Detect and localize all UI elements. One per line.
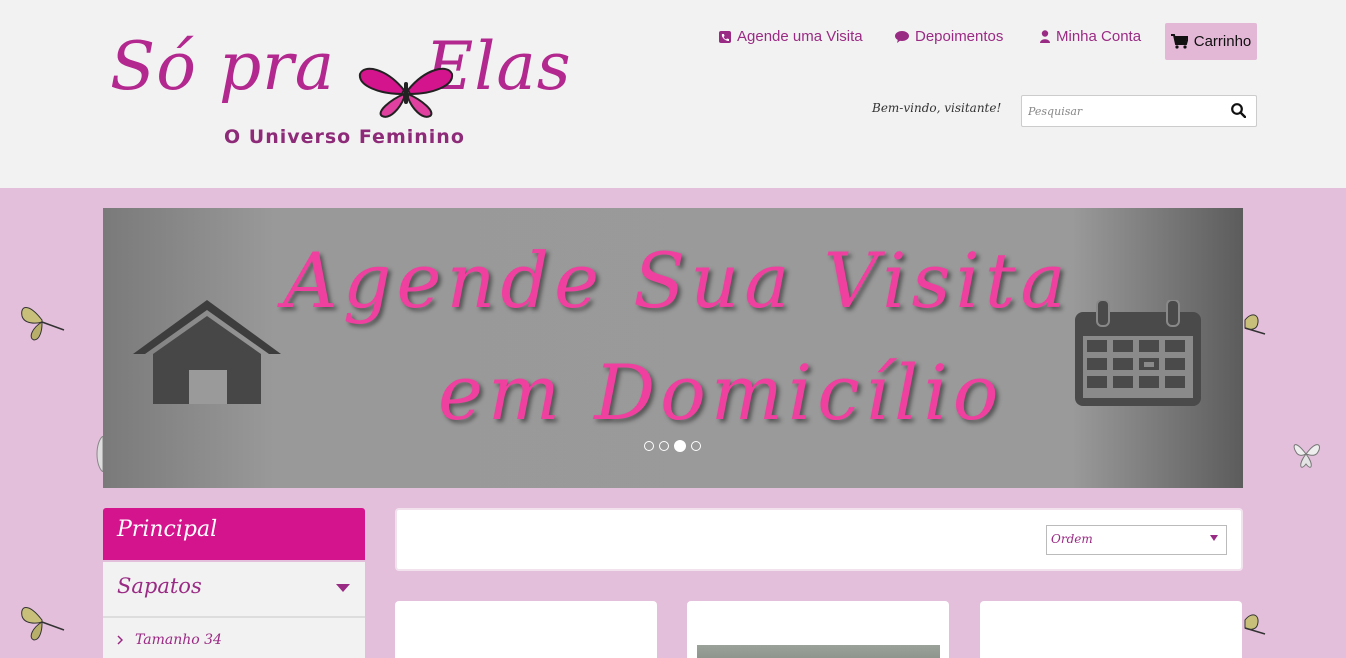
- nav-conta-label: Minha Conta: [1056, 28, 1142, 45]
- comment-icon: [895, 30, 909, 43]
- nav-depoimentos[interactable]: Depoimentos: [895, 28, 1003, 45]
- product-card[interactable]: [395, 601, 657, 658]
- sort-select-value: Ordem: [1051, 532, 1093, 546]
- nav-depoimentos-label: Depoimentos: [915, 28, 1004, 45]
- logo-word-2: pra: [218, 28, 336, 105]
- carousel-dot[interactable]: [644, 441, 654, 451]
- sidebar-category-sapatos[interactable]: Sapatos: [103, 562, 365, 618]
- butterfly-logo-icon: [358, 67, 454, 118]
- butterfly-decor-icon: [21, 607, 65, 641]
- search-icon[interactable]: [1231, 103, 1246, 118]
- nav-agende-label: Agende uma Visita: [737, 28, 863, 45]
- carousel-dot[interactable]: [691, 441, 701, 451]
- sort-select[interactable]: Ordem: [1046, 525, 1227, 555]
- butterfly-decor-icon: [21, 307, 65, 341]
- butterfly-decor-icon: [1244, 614, 1266, 635]
- sort-bar: Ordem: [395, 508, 1243, 571]
- product-card[interactable]: [687, 601, 949, 658]
- sidebar-heading: Principal: [103, 508, 365, 560]
- product-card[interactable]: [980, 601, 1242, 658]
- cart-button[interactable]: Carrinho: [1165, 23, 1257, 60]
- butterfly-decor-icon: [1244, 314, 1266, 335]
- carousel-dot-active[interactable]: [674, 440, 686, 452]
- carousel-dot[interactable]: [659, 441, 669, 451]
- nav-minha-conta[interactable]: Minha Conta: [1040, 28, 1141, 45]
- chevron-right-icon: [117, 635, 123, 645]
- sidebar-item-label: Tamanho 34: [135, 632, 222, 648]
- hero-banner[interactable]: Agende Sua Visita em Domicílio: [103, 208, 1243, 488]
- phone-icon: [719, 30, 731, 43]
- cart-label: Carrinho: [1193, 33, 1252, 50]
- header: Só pra Elas O Universo Feminino Agende um…: [0, 0, 1346, 188]
- nav-agende-visita[interactable]: Agende uma Visita: [719, 28, 863, 45]
- product-image[interactable]: [697, 645, 940, 658]
- sidebar: Principal Sapatos Tamanho 34: [103, 508, 365, 658]
- welcome-text: Bem-vindo, visitante!: [872, 101, 1002, 115]
- logo-word-1: Só: [110, 28, 197, 105]
- user-icon: [1040, 30, 1050, 43]
- logo-tagline: O Universo Feminino: [224, 126, 465, 148]
- search-box: [1021, 95, 1257, 127]
- butterfly-decor-icon: [1293, 444, 1320, 468]
- caret-down-icon: [336, 584, 350, 592]
- carousel-dots: [644, 440, 701, 452]
- logo-script: Só pra Elas: [110, 28, 572, 105]
- search-input[interactable]: [1022, 96, 1222, 126]
- calendar-icon: [1075, 300, 1201, 406]
- logo[interactable]: Só pra Elas O Universo Feminino: [108, 28, 618, 153]
- dropdown-arrow-icon: [1210, 535, 1218, 541]
- house-icon: [133, 300, 281, 404]
- banner-heading-line2: em Domicílio: [438, 348, 1004, 437]
- sidebar-category-label: Sapatos: [117, 574, 202, 598]
- sidebar-item-tamanho-34[interactable]: Tamanho 34: [103, 618, 365, 658]
- cart-icon: [1170, 34, 1188, 49]
- banner-heading-line1: Agende Sua Visita: [283, 236, 1071, 325]
